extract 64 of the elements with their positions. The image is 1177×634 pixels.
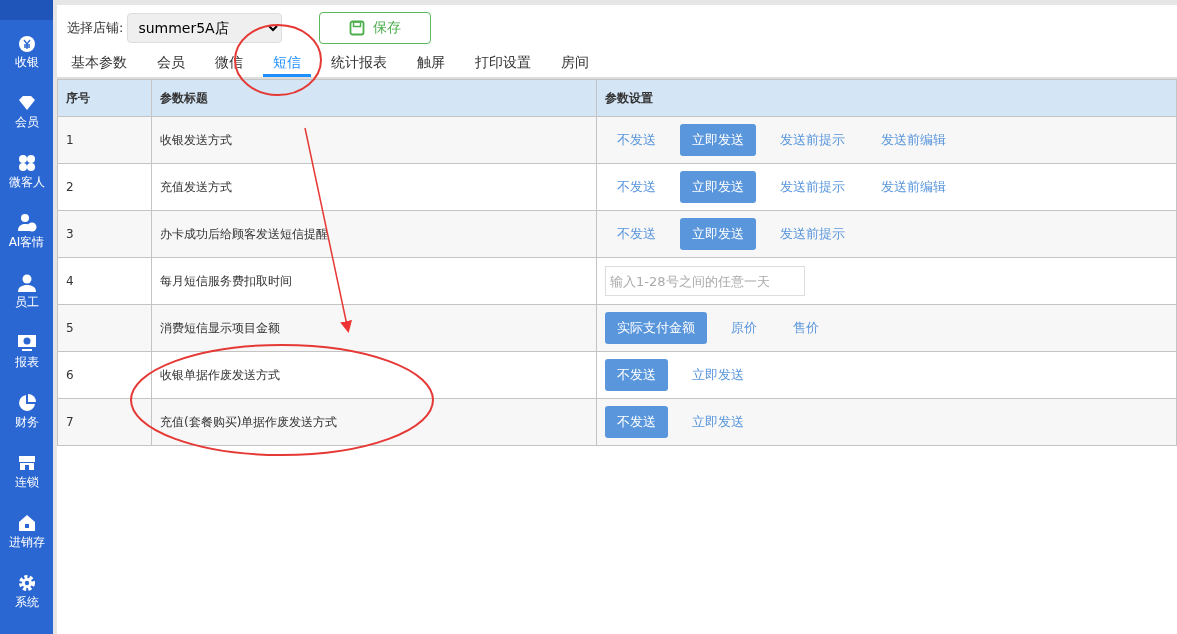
option-button[interactable]: 立即发送: [680, 124, 756, 156]
column-header: 序号: [57, 79, 152, 117]
sidebar-item[interactable]: 进销存: [8, 535, 45, 550]
table-cell: 充值(套餐购买)单据作废发送方式: [151, 398, 597, 446]
sidebar-item[interactable]: 系统: [14, 595, 39, 610]
monitor-icon[interactable]: [16, 333, 37, 353]
table-cell: 7: [57, 398, 152, 446]
option-button[interactable]: 售价: [781, 312, 831, 344]
table-cell: 6: [57, 351, 152, 399]
user-icon[interactable]: [16, 273, 37, 293]
option-button[interactable]: 发送前提示: [768, 171, 857, 203]
sidebar-item[interactable]: AI客情: [8, 235, 45, 250]
option-button[interactable]: 发送前提示: [768, 124, 857, 156]
column-header: 参数设置: [596, 79, 1177, 117]
save-button[interactable]: 保存: [319, 11, 432, 44]
tab[interactable]: 房间: [551, 45, 599, 77]
option-button[interactable]: 立即发送: [680, 406, 756, 438]
tab[interactable]: 统计报表: [321, 45, 397, 77]
table-cell: 收银发送方式: [151, 116, 597, 164]
table-cell: 消费短信显示项目金额: [151, 304, 597, 352]
option-button[interactable]: 不发送: [605, 406, 668, 438]
table-cell: 办卡成功后给顾客发送短信提醒: [151, 210, 597, 258]
option-button[interactable]: 立即发送: [680, 359, 756, 391]
table-cell: 收银单据作废发送方式: [151, 351, 597, 399]
store-icon[interactable]: [16, 453, 37, 473]
option-button[interactable]: 原价: [719, 312, 769, 344]
option-button[interactable]: 发送前编辑: [869, 171, 958, 203]
store-label: 选择店铺:: [67, 18, 124, 37]
sidebar-item[interactable]: 会员: [14, 115, 39, 130]
option-button[interactable]: 立即发送: [680, 171, 756, 203]
option-button[interactable]: 发送前编辑: [869, 124, 958, 156]
sidebar-item[interactable]: 微客人: [8, 175, 45, 190]
sidebar-item[interactable]: 收银: [14, 55, 39, 70]
sidebar-item[interactable]: 财务: [14, 415, 39, 430]
tab[interactable]: 会员: [147, 45, 195, 77]
table-cell: 5: [57, 304, 152, 352]
table-cell: 1: [57, 116, 152, 164]
money-bag-icon[interactable]: [16, 33, 37, 53]
table-cell: 充值发送方式: [151, 163, 597, 211]
option-button[interactable]: 不发送: [605, 171, 668, 203]
sidebar-item[interactable]: 报表: [14, 355, 39, 370]
tab[interactable]: 触屏: [407, 45, 455, 77]
clover-icon[interactable]: [16, 153, 37, 173]
sidebar-item[interactable]: 连锁: [14, 475, 39, 490]
store-select[interactable]: summer5A店: [127, 12, 283, 43]
tab[interactable]: 基本参数: [61, 45, 137, 77]
option-button[interactable]: 不发送: [605, 218, 668, 250]
sidebar-item[interactable]: 员工: [14, 295, 39, 310]
sidebar-header: [0, 0, 53, 20]
settings-icon[interactable]: [16, 573, 37, 593]
tab[interactable]: 打印设置: [465, 45, 541, 77]
house-icon[interactable]: [16, 513, 37, 533]
option-button[interactable]: 实际支付金额: [605, 312, 707, 344]
pie-chart-icon[interactable]: [16, 393, 37, 413]
table-cell: 4: [57, 257, 152, 305]
option-button[interactable]: 不发送: [605, 359, 668, 391]
user-heart-icon[interactable]: [16, 213, 37, 233]
option-button[interactable]: 立即发送: [680, 218, 756, 250]
option-button[interactable]: 不发送: [605, 124, 668, 156]
table-cell: 2: [57, 163, 152, 211]
option-button[interactable]: 发送前提示: [768, 218, 857, 250]
table-cell: 每月短信服务费扣取时间: [151, 257, 597, 305]
table-cell: 3: [57, 210, 152, 258]
column-header: 参数标题: [151, 79, 597, 117]
